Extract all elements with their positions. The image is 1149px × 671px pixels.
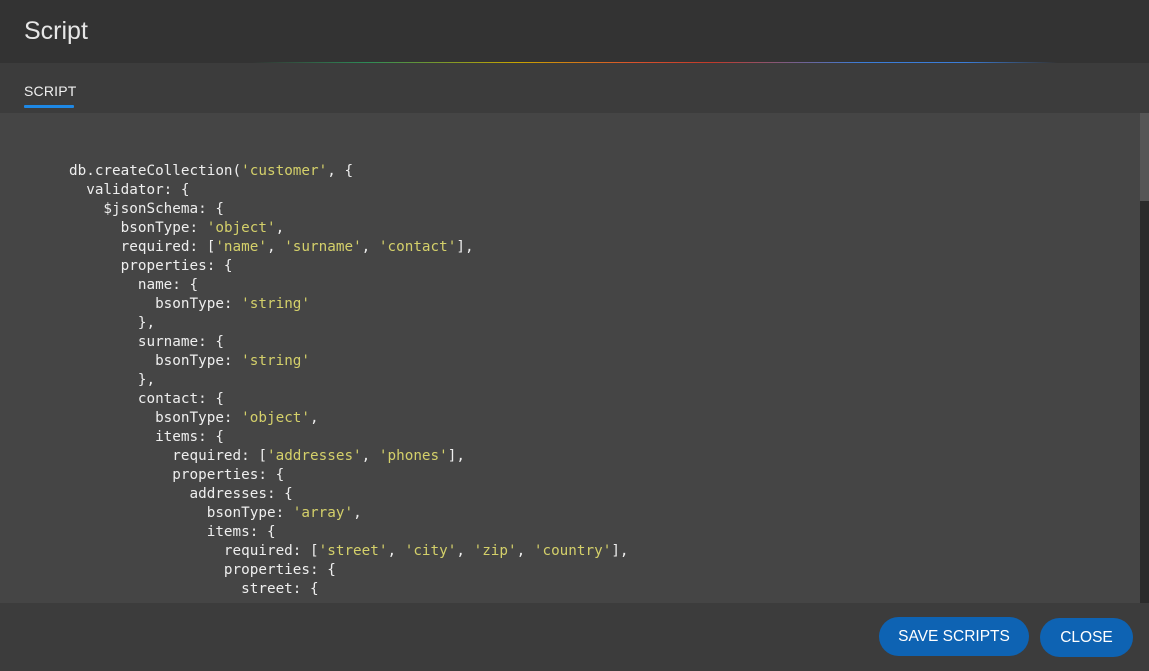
dialog-title: Script bbox=[24, 17, 88, 45]
code-text: $jsonSchema: { bbox=[69, 201, 224, 217]
editor-scrollbar[interactable] bbox=[1140, 113, 1149, 603]
code-text: properties: { bbox=[69, 562, 336, 578]
code-string-literal: 'addresses' bbox=[266, 448, 362, 464]
code-line: contact: { bbox=[69, 390, 629, 409]
code-line: bsonType: 'string' bbox=[69, 352, 629, 371]
code-text: surname: { bbox=[69, 334, 224, 350]
code-string-literal: 'phones' bbox=[378, 448, 448, 464]
code-text: ], bbox=[611, 543, 629, 559]
active-tab-indicator bbox=[24, 105, 74, 108]
code-string-literal: 'contact' bbox=[378, 239, 457, 255]
code-line: validator: { bbox=[69, 181, 629, 200]
code-text: required: [ bbox=[69, 543, 319, 559]
code-text: contact: { bbox=[69, 391, 224, 407]
code-text: items: { bbox=[69, 429, 224, 445]
code-line: db.createCollection('customer', { bbox=[69, 162, 629, 181]
code-line: surname: { bbox=[69, 333, 629, 352]
code-string-literal: 'string' bbox=[241, 296, 311, 312]
code-line: properties: { bbox=[69, 466, 629, 485]
code-line: addresses: { bbox=[69, 485, 629, 504]
code-line: properties: { bbox=[69, 561, 629, 580]
code-text: , bbox=[361, 448, 379, 464]
code-text: , bbox=[361, 239, 379, 255]
code-text: bsonType: bbox=[69, 296, 242, 312]
code-text: street: { bbox=[69, 581, 319, 597]
code-text: properties: { bbox=[69, 467, 285, 483]
code-string-literal: 'customer' bbox=[241, 163, 328, 179]
code-text: }, bbox=[69, 372, 156, 388]
code-string-literal: 'string' bbox=[241, 353, 311, 369]
code-string-literal: 'city' bbox=[404, 543, 457, 559]
code-text: , bbox=[353, 505, 362, 521]
code-text: properties: { bbox=[69, 258, 233, 274]
code-line: bsonType: 'object', bbox=[69, 219, 629, 238]
code-string-literal: 'name' bbox=[215, 239, 267, 255]
code-text: db.createCollection( bbox=[69, 163, 242, 179]
close-button[interactable]: CLOSE bbox=[1040, 618, 1133, 657]
code-line: bsonType: 'array', bbox=[69, 504, 629, 523]
code-line: required: ['street', 'city', 'zip', 'cou… bbox=[69, 542, 629, 561]
code-line: bsonType: 'string' bbox=[69, 295, 629, 314]
code-text: , bbox=[310, 410, 319, 426]
code-text: addresses: { bbox=[69, 486, 293, 502]
code-string-literal: 'street' bbox=[318, 543, 388, 559]
code-text: , bbox=[266, 239, 285, 255]
code-line: }, bbox=[69, 314, 629, 333]
script-code[interactable]: db.createCollection('customer', { valida… bbox=[69, 162, 629, 599]
code-text: required: [ bbox=[69, 239, 216, 255]
code-line: bsonType: 'object', bbox=[69, 409, 629, 428]
tab-script[interactable]: SCRIPT bbox=[24, 83, 77, 99]
code-text: required: [ bbox=[69, 448, 267, 464]
code-string-literal: 'zip' bbox=[473, 543, 517, 559]
code-text: bsonType: bbox=[69, 220, 207, 236]
code-text: , bbox=[275, 220, 285, 236]
code-text: items: { bbox=[69, 524, 276, 540]
code-text: , bbox=[387, 543, 405, 559]
code-text: ], bbox=[447, 448, 465, 464]
code-text: bsonType: bbox=[69, 505, 293, 521]
script-editor[interactable]: db.createCollection('customer', { valida… bbox=[0, 113, 1140, 603]
code-text: bsonType: bbox=[69, 353, 242, 369]
code-text: , { bbox=[327, 163, 354, 179]
code-line: street: { bbox=[69, 580, 629, 599]
code-string-literal: 'country' bbox=[533, 543, 612, 559]
header-accent-divider bbox=[0, 62, 1149, 63]
code-text: }, bbox=[69, 315, 156, 331]
code-text: bsonType: bbox=[69, 410, 242, 426]
code-text: , bbox=[516, 543, 534, 559]
scrollbar-thumb[interactable] bbox=[1140, 113, 1149, 201]
code-text: ], bbox=[456, 239, 474, 255]
code-line: items: { bbox=[69, 428, 629, 447]
code-line: items: { bbox=[69, 523, 629, 542]
dialog-header: Script bbox=[0, 0, 1149, 62]
code-string-literal: 'object' bbox=[241, 410, 311, 426]
code-line: }, bbox=[69, 371, 629, 390]
code-string-literal: 'object' bbox=[206, 220, 276, 236]
code-line: required: ['addresses', 'phones'], bbox=[69, 447, 629, 466]
code-line: properties: { bbox=[69, 257, 629, 276]
save-scripts-button[interactable]: SAVE SCRIPTS bbox=[879, 617, 1029, 656]
code-line: required: ['name', 'surname', 'contact']… bbox=[69, 238, 629, 257]
code-text: name: { bbox=[69, 277, 199, 293]
code-string-literal: 'array' bbox=[292, 505, 354, 521]
code-text: validator: { bbox=[69, 182, 190, 198]
code-string-literal: 'surname' bbox=[284, 239, 362, 255]
code-line: $jsonSchema: { bbox=[69, 200, 629, 219]
code-text: , bbox=[456, 543, 474, 559]
code-line: name: { bbox=[69, 276, 629, 295]
